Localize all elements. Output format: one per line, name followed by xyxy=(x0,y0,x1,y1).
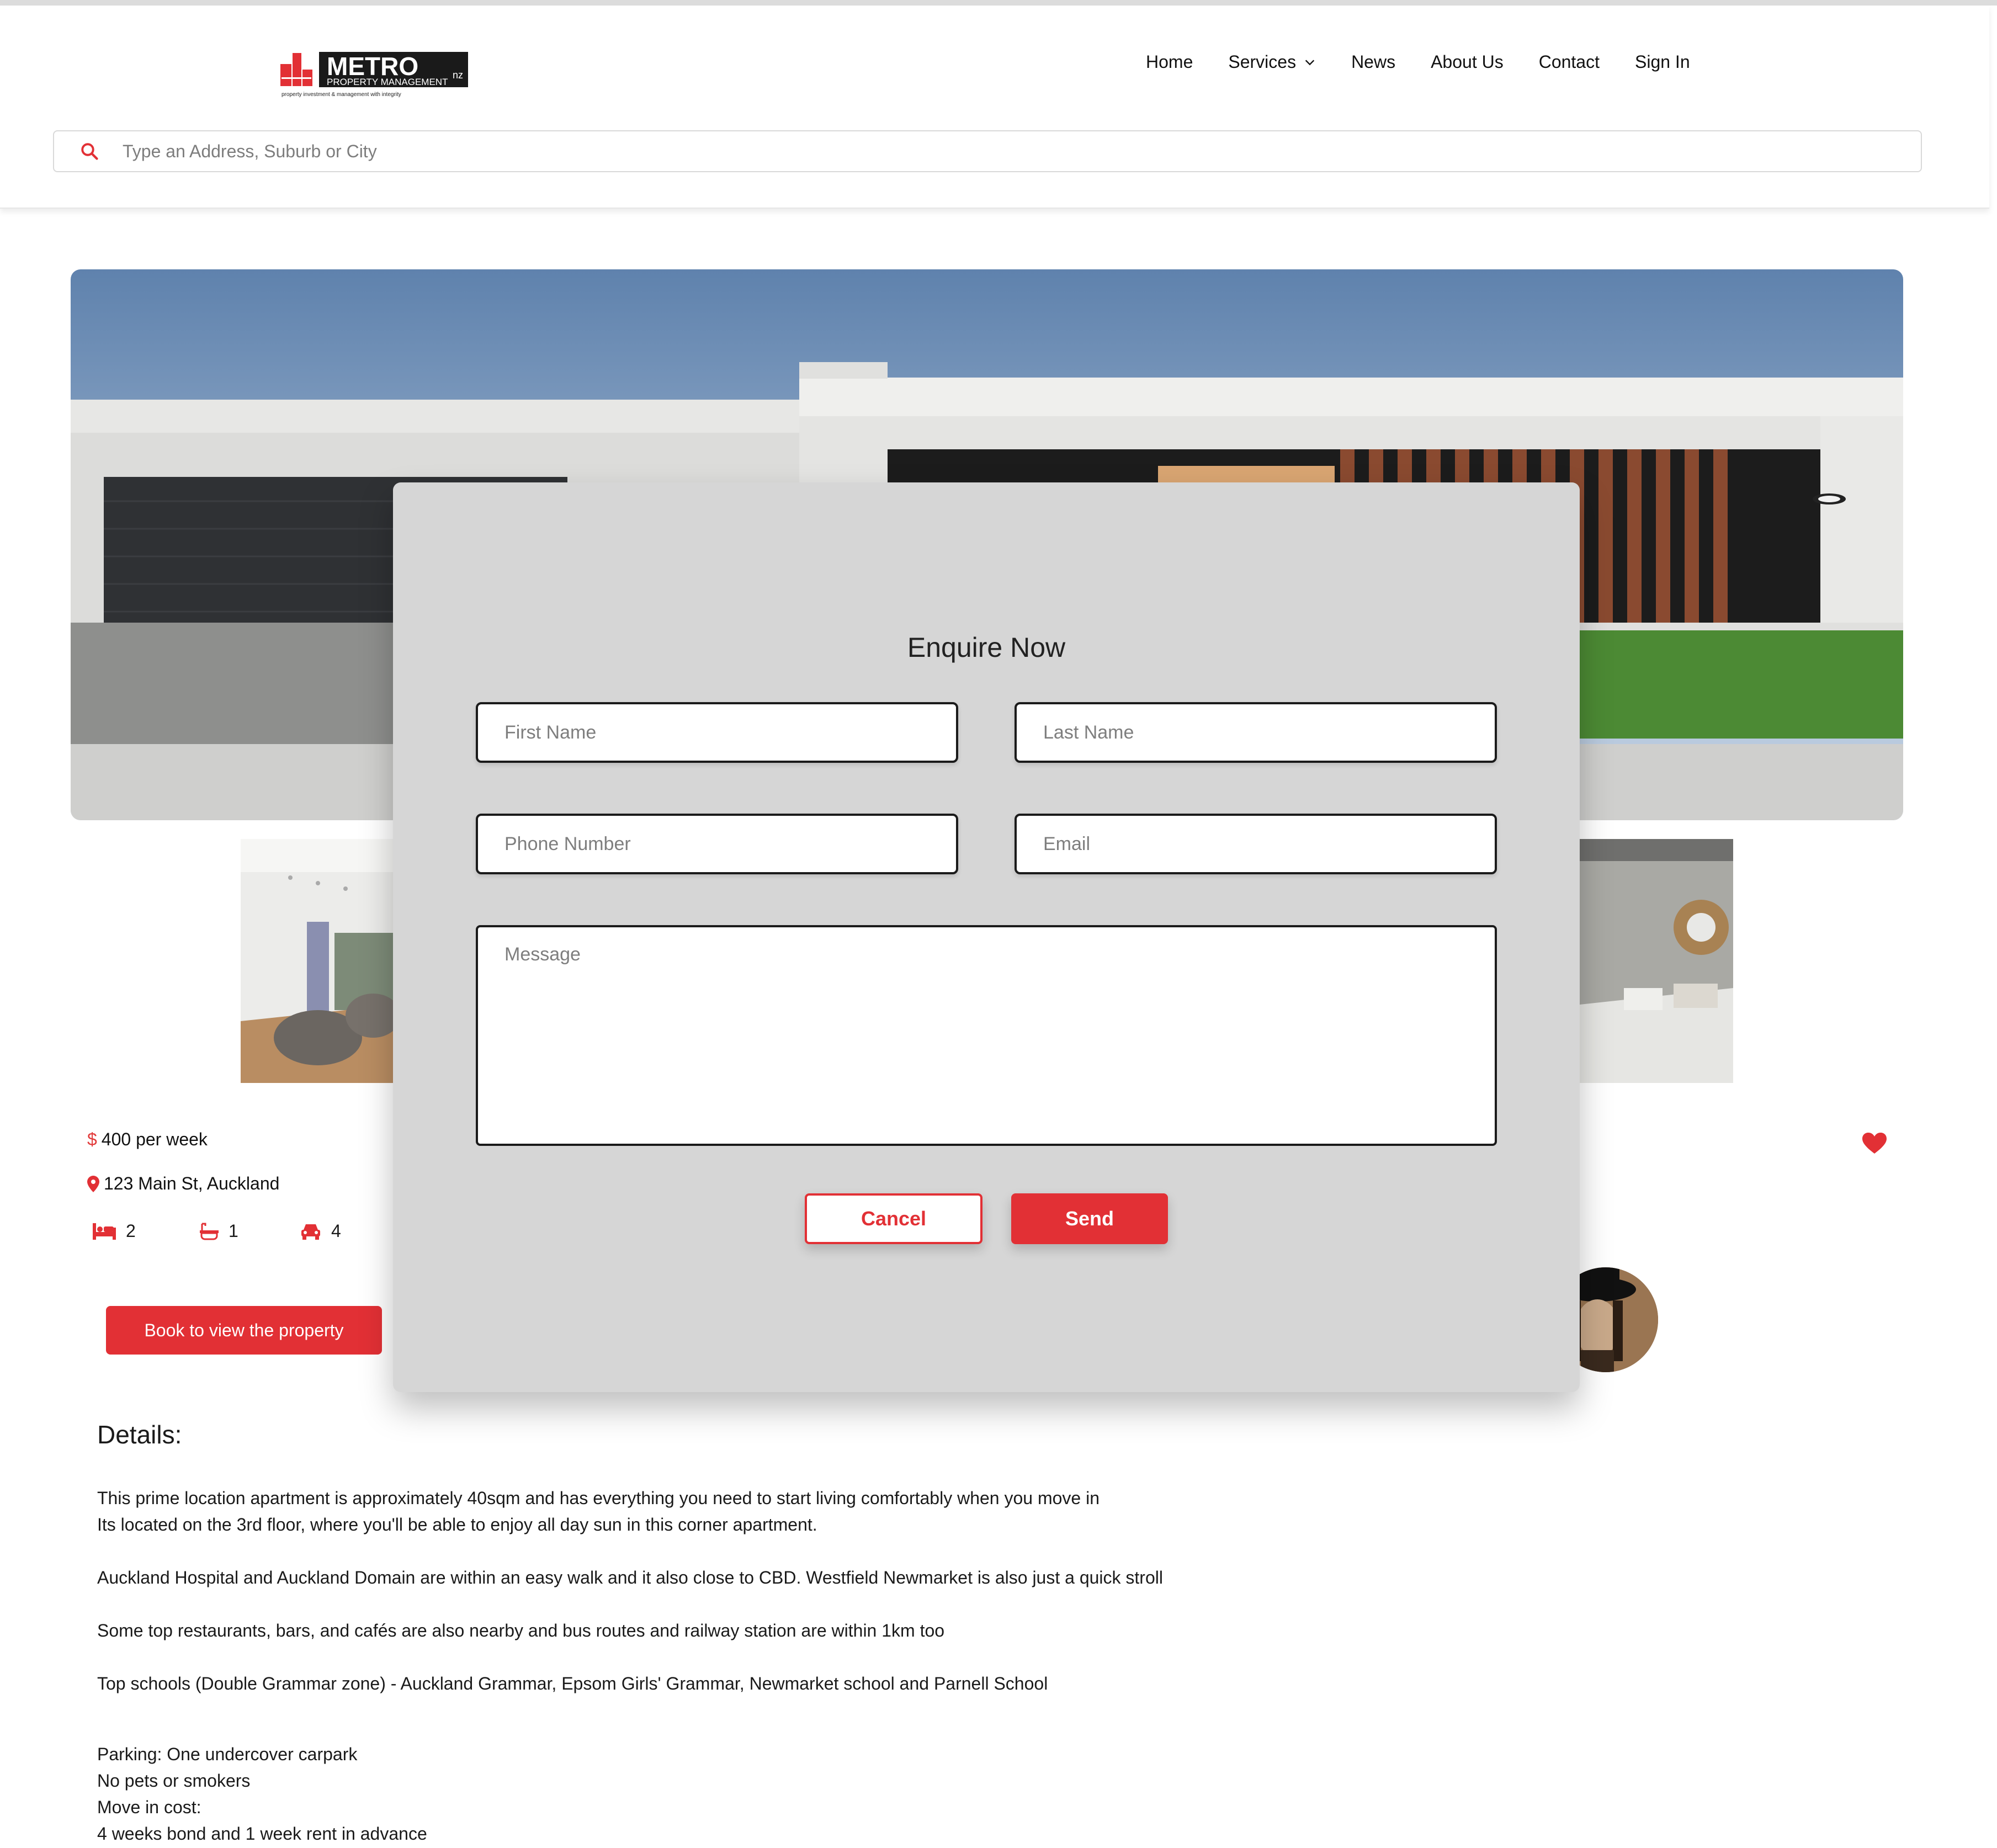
details-line: This prime location apartment is approxi… xyxy=(97,1488,1100,1508)
details-line: Top schools (Double Grammar zone) - Auck… xyxy=(97,1674,1048,1693)
first-name-field[interactable] xyxy=(476,702,958,763)
nav-news-label: News xyxy=(1351,52,1396,72)
details-line: Some top restaurants, bars, and cafés ar… xyxy=(97,1621,945,1640)
nav-contact-label: Contact xyxy=(1538,52,1600,72)
search-icon xyxy=(81,143,98,160)
details-line: Its located on the 3rd floor, where you'… xyxy=(97,1515,817,1534)
nav-home[interactable]: Home xyxy=(1146,52,1193,72)
message-field[interactable] xyxy=(476,925,1497,1146)
nav-about-label: About Us xyxy=(1431,52,1504,72)
last-name-field[interactable] xyxy=(1015,702,1497,763)
modal-title: Enquire Now xyxy=(907,632,1066,663)
search-bar xyxy=(53,130,1922,172)
logo-tagline: property investment & management with in… xyxy=(282,92,401,98)
details-body: This prime location apartment is approxi… xyxy=(97,1485,1367,1847)
thumbnail-living-room[interactable] xyxy=(241,839,397,1083)
details-line: Move in cost: xyxy=(97,1797,201,1817)
main-nav: Home Services News About Us Contact Sign… xyxy=(1146,52,1725,72)
logo-subtitle: PROPERTY MANAGEMENT xyxy=(327,77,448,87)
nav-sign-in[interactable]: Sign In xyxy=(1635,52,1690,72)
nav-signin-label: Sign In xyxy=(1634,52,1690,72)
nav-services-label: Services xyxy=(1228,52,1297,72)
parking-feature: 4 xyxy=(300,1221,341,1241)
bath-icon xyxy=(200,1223,219,1240)
nav-services[interactable]: Services xyxy=(1228,52,1316,72)
address-text: 123 Main St, Auckland xyxy=(104,1173,280,1193)
details-line: 4 weeks bond and 1 week rent in advance xyxy=(97,1824,427,1844)
bedrooms-count: 2 xyxy=(126,1221,136,1241)
dollar-icon: $ xyxy=(87,1129,97,1149)
bathrooms-count: 1 xyxy=(229,1221,238,1241)
car-icon xyxy=(301,1224,320,1240)
address-row: 123 Main St, Auckland xyxy=(87,1173,279,1194)
bedrooms-feature: 2 xyxy=(93,1221,136,1241)
metro-logo[interactable]: METRO nz PROPERTY MANAGEMENT property in… xyxy=(280,44,468,99)
bathrooms-feature: 1 xyxy=(200,1221,238,1241)
top-border xyxy=(0,0,1997,6)
details-line: No pets or smokers xyxy=(97,1771,251,1791)
email-field[interactable] xyxy=(1015,814,1497,874)
price-text: 400 per week xyxy=(101,1129,208,1149)
map-pin-icon xyxy=(87,1175,99,1192)
nav-home-label: Home xyxy=(1146,52,1193,72)
nav-about-us[interactable]: About Us xyxy=(1431,52,1504,72)
chevron-down-icon xyxy=(1305,59,1315,65)
search-input[interactable] xyxy=(121,138,1890,164)
enquire-modal: Enquire Now Cancel Send xyxy=(393,482,1580,1392)
heart-icon[interactable] xyxy=(1862,1133,1887,1155)
details-heading: Details: xyxy=(97,1420,182,1449)
nav-news[interactable]: News xyxy=(1351,52,1395,72)
send-button[interactable]: Send xyxy=(1011,1193,1168,1244)
parking-count: 4 xyxy=(331,1221,341,1241)
logo-suffix: nz xyxy=(453,70,463,81)
bed-icon xyxy=(93,1223,116,1240)
phone-number-field[interactable] xyxy=(476,814,958,874)
site-header: METRO nz PROPERTY MANAGEMENT property in… xyxy=(0,6,1989,209)
cancel-button[interactable]: Cancel xyxy=(805,1193,982,1244)
price-row: $ 400 per week xyxy=(87,1129,208,1150)
details-line: Auckland Hospital and Auckland Domain ar… xyxy=(97,1568,1163,1587)
thumbnail-bedroom[interactable] xyxy=(1580,839,1733,1083)
details-line: Parking: One undercover carpark xyxy=(97,1744,358,1764)
nav-contact[interactable]: Contact xyxy=(1539,52,1600,72)
book-viewing-button[interactable]: Book to view the property xyxy=(106,1306,382,1355)
